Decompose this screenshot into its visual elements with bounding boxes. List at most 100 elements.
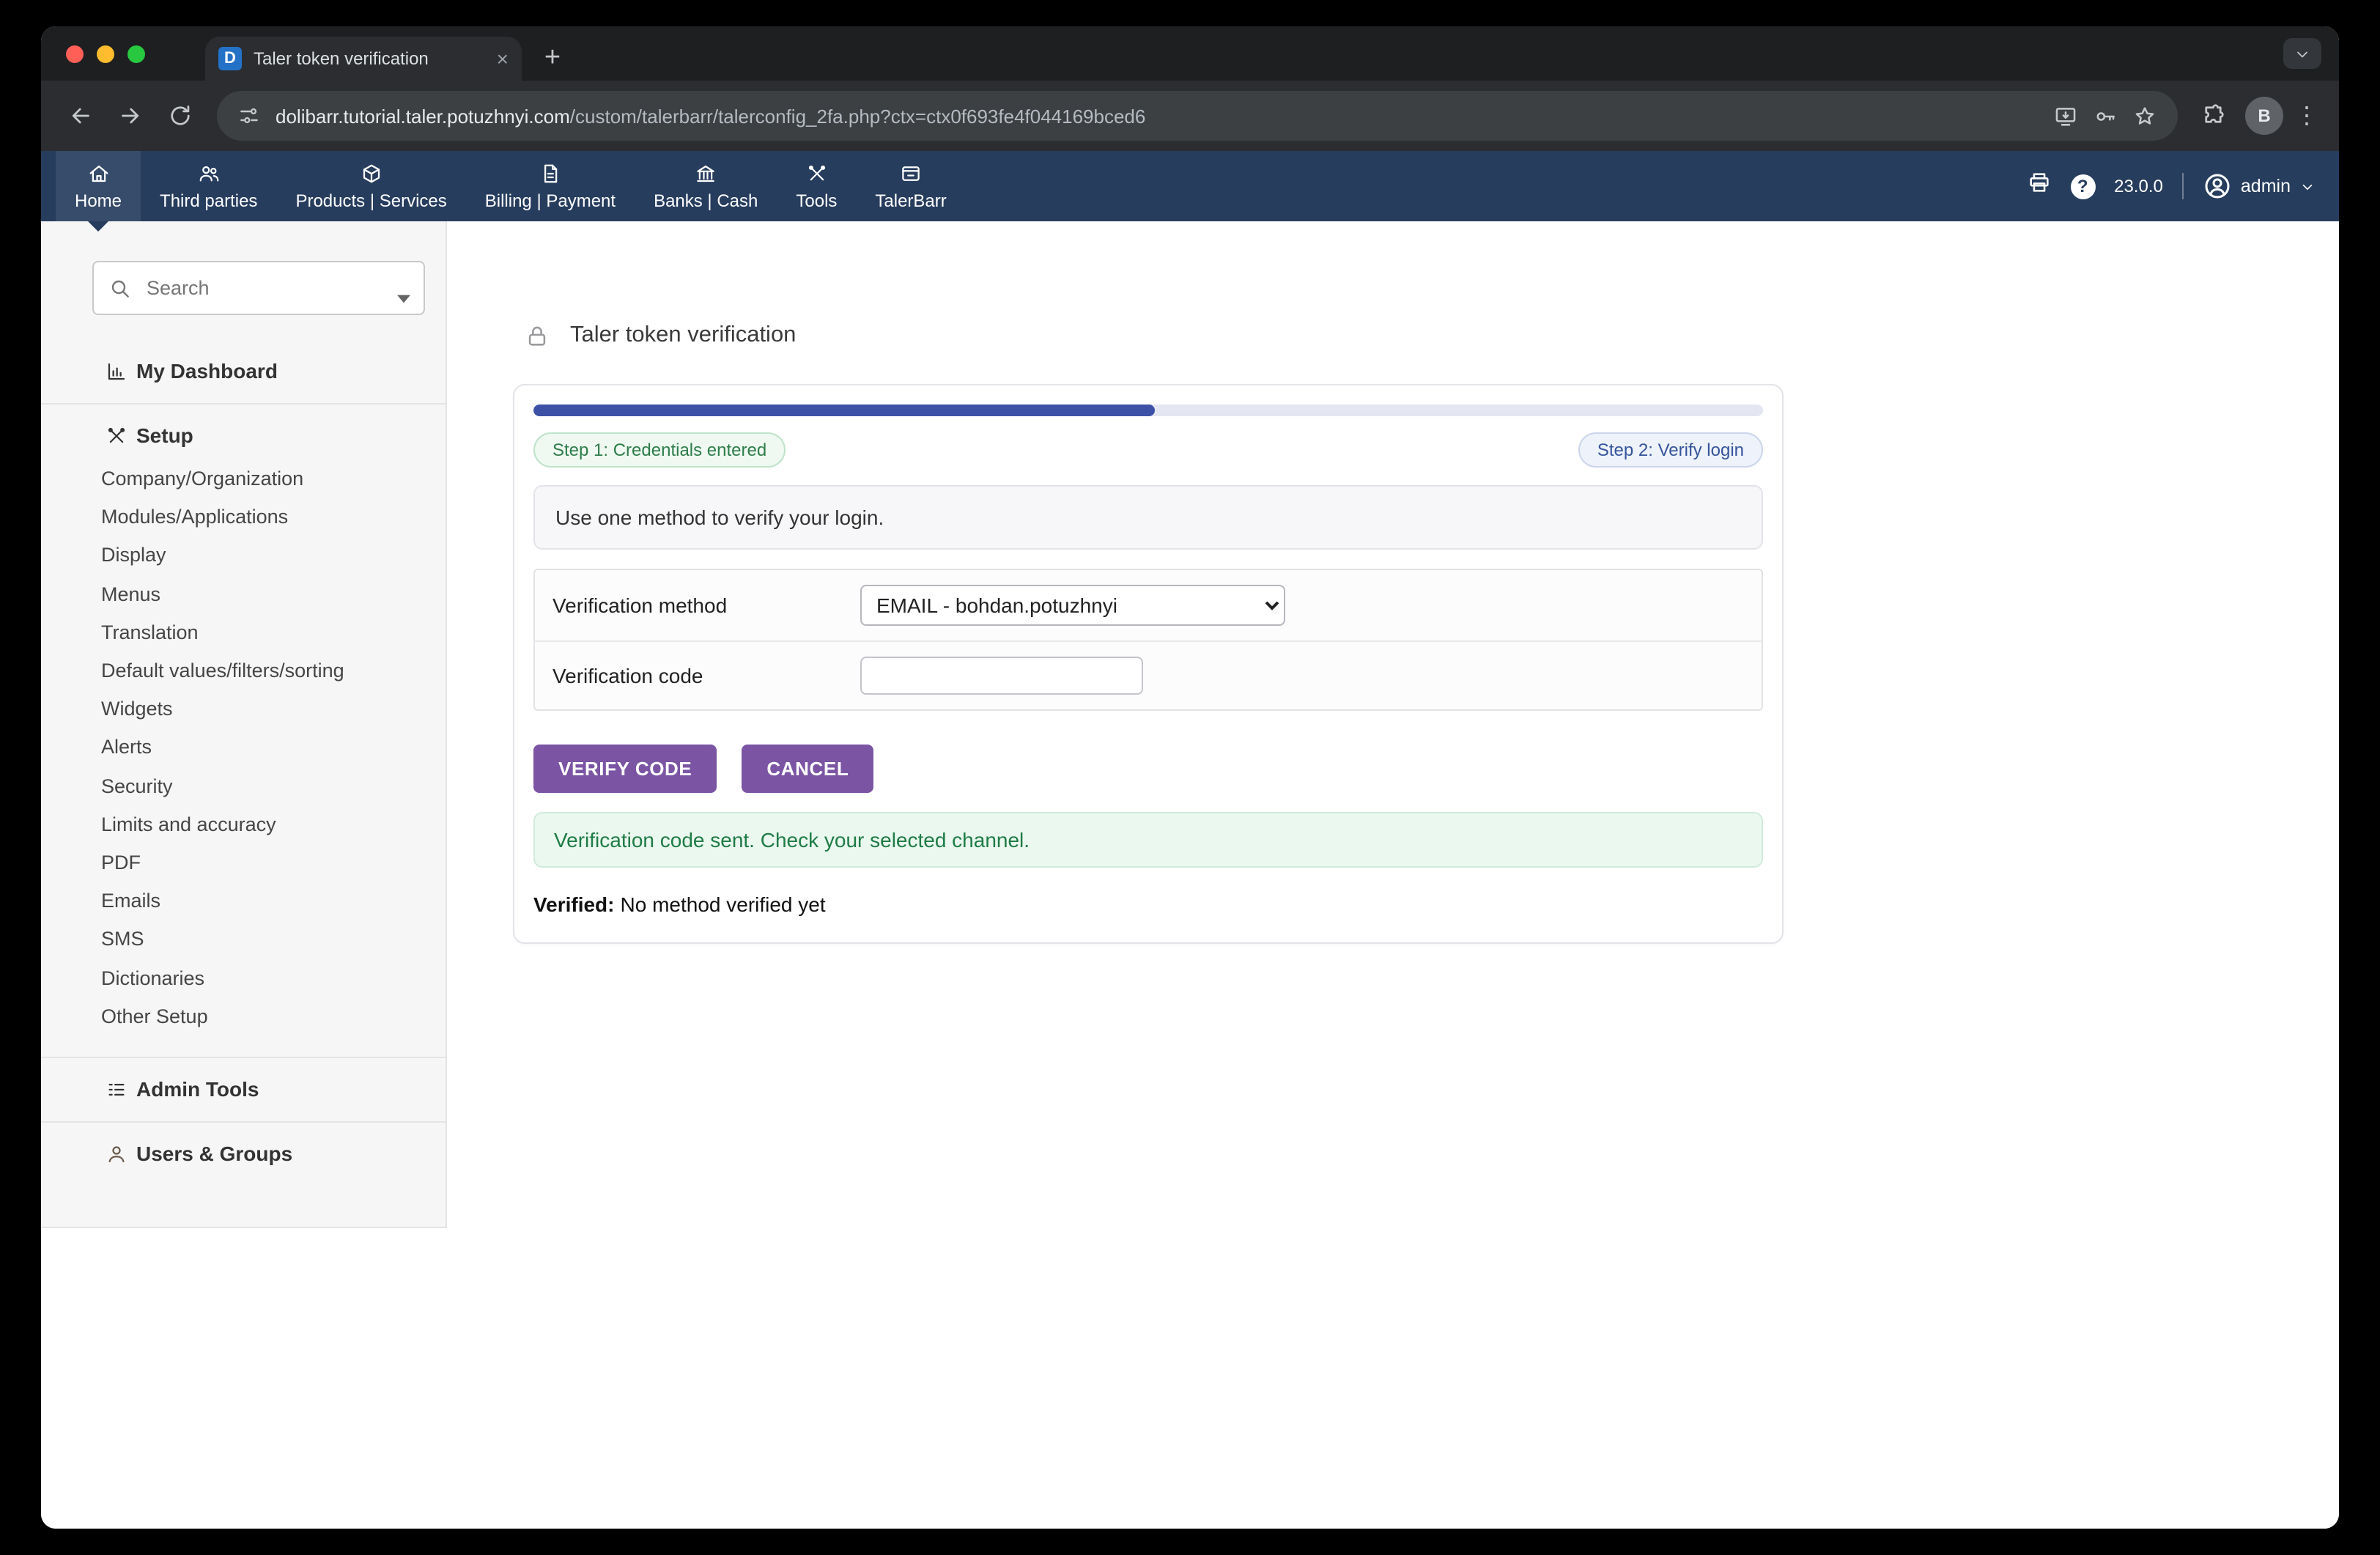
home-icon [87, 162, 109, 184]
tab-close-icon[interactable]: × [497, 48, 509, 69]
topnav-home[interactable]: Home [56, 151, 141, 221]
tab-strip: D Taler token verification × + [41, 26, 2339, 81]
close-window-button[interactable] [66, 45, 84, 63]
version-label: 23.0.0 [2114, 176, 2163, 196]
code-label: Verification code [552, 664, 860, 687]
sidebar-link-modules-applications[interactable]: Modules/Applications [41, 498, 446, 536]
admin-list-icon [106, 1078, 128, 1100]
topnav-talerbarr[interactable]: TalerBarr [856, 151, 965, 221]
url-host: dolibarr.tutorial.taler.potuzhnyi.com [276, 105, 570, 127]
tab-cast-icon[interactable] [2053, 103, 2078, 128]
sidebar-link-default-values[interactable]: Default values/filters/sorting [41, 652, 446, 690]
extensions-puzzle-icon[interactable] [2189, 91, 2239, 141]
setup-links: Company/Organization Modules/Application… [41, 460, 446, 1036]
topnav-right: ? 23.0.0 admin [2026, 151, 2339, 221]
window-controls [66, 45, 145, 63]
verification-form: Verification method EMAIL - bohdan.potuz… [533, 569, 1763, 711]
sidebar-item-setup[interactable]: Setup [41, 424, 446, 447]
sidebar-item-my-dashboard[interactable]: My Dashboard [41, 359, 446, 383]
sidebar-link-limits-accuracy[interactable]: Limits and accuracy [41, 806, 446, 844]
topnav-banks-cash[interactable]: Banks | Cash [635, 151, 777, 221]
dolibarr-top-menu: Home Third parties Products | Services B… [41, 151, 2339, 221]
verification-card: Step 1: Credentials entered Step 2: Veri… [513, 384, 1784, 944]
browser-menu-icon[interactable]: ⋮ [2289, 101, 2324, 130]
topnav-tools[interactable]: Tools [777, 151, 856, 221]
verified-status: Verified: No method verified yet [533, 893, 1763, 916]
new-tab-button[interactable]: + [533, 40, 572, 78]
user-menu[interactable]: admin [2203, 171, 2316, 201]
table-row-method: Verification method EMAIL - bohdan.potuz… [535, 570, 1762, 640]
sidebar-link-security[interactable]: Security [41, 767, 446, 805]
browser-window: D Taler token verification × + [41, 26, 2339, 1529]
minimize-window-button[interactable] [97, 45, 114, 63]
verified-label: Verified: [533, 893, 615, 916]
stage: D Taler token verification × + [0, 0, 2380, 1555]
sidebar-section-setup: Setup Company/Organization Modules/Appli… [41, 403, 446, 1057]
sidebar-link-alerts[interactable]: Alerts [41, 729, 446, 767]
forward-icon[interactable] [106, 91, 155, 141]
cube-icon [361, 162, 382, 184]
sidebar-section-dashboard: My Dashboard [41, 315, 446, 403]
page-title: Taler token verification [570, 322, 796, 349]
bank-icon [695, 162, 717, 184]
sidebar-link-emails[interactable]: Emails [41, 882, 446, 920]
maximize-window-button[interactable] [128, 45, 145, 63]
sidebar-link-sms[interactable]: SMS [41, 921, 446, 959]
reload-icon[interactable] [155, 91, 205, 141]
sidebar-section-admin-tools: Admin Tools [41, 1057, 446, 1121]
sidebar-item-admin-tools[interactable]: Admin Tools [41, 1077, 446, 1101]
browser-toolbar: dolibarr.tutorial.taler.potuzhnyi.com/cu… [41, 81, 2339, 151]
help-icon[interactable]: ? [2070, 174, 2095, 199]
topnav-third-parties[interactable]: Third parties [141, 151, 276, 221]
info-message: Use one method to verify your login. [533, 485, 1763, 550]
profile-avatar[interactable]: B [2245, 97, 2283, 135]
tab-favicon-icon: D [218, 47, 242, 70]
search-icon [108, 277, 132, 300]
method-select[interactable]: EMAIL - bohdan.potuzhnyi [860, 585, 1285, 626]
setup-tools-icon [106, 424, 128, 446]
verified-value: No method verified yet [621, 893, 826, 916]
sidebar-link-translation[interactable]: Translation [41, 614, 446, 652]
verification-code-input[interactable] [860, 657, 1143, 695]
nav-divider [2182, 173, 2184, 199]
sidebar-link-pdf[interactable]: PDF [41, 844, 446, 882]
sidebar-link-other-setup[interactable]: Other Setup [41, 998, 446, 1036]
sidebar-link-widgets[interactable]: Widgets [41, 690, 446, 728]
steps-row: Step 1: Credentials entered Step 2: Veri… [533, 432, 1763, 468]
button-row: VERIFY CODE CANCEL [533, 745, 1763, 793]
site-info-icon[interactable] [237, 104, 261, 128]
sidebar: My Dashboard Setup Company/Organization … [41, 221, 447, 1228]
verify-code-button[interactable]: VERIFY CODE [533, 745, 717, 793]
topnav-products-services[interactable]: Products | Services [276, 151, 465, 221]
sidebar-link-display[interactable]: Display [41, 537, 446, 575]
print-icon[interactable] [2026, 170, 2051, 202]
sidebar-link-dictionaries[interactable]: Dictionaries [41, 959, 446, 997]
browser-tab[interactable]: D Taler token verification × [205, 37, 522, 81]
progress-bar [533, 405, 1763, 416]
method-label: Verification method [552, 594, 860, 617]
cancel-button[interactable]: CANCEL [742, 745, 873, 793]
sidebar-item-users-groups[interactable]: Users & Groups [41, 1142, 446, 1165]
search-dropdown-caret-icon[interactable] [397, 286, 410, 308]
search-input[interactable] [144, 276, 385, 300]
table-row-code: Verification code [535, 640, 1762, 709]
user-icon [106, 1142, 128, 1164]
bookmark-star-icon[interactable] [2132, 103, 2157, 128]
tab-search-chevron-icon[interactable] [2283, 38, 2321, 69]
password-key-icon[interactable] [2093, 103, 2118, 128]
address-bar[interactable]: dolibarr.tutorial.taler.potuzhnyi.com/cu… [217, 91, 2178, 141]
back-icon[interactable] [56, 91, 106, 141]
main-area: Taler token verification Step 1: Credent… [447, 221, 2339, 944]
invoice-icon [539, 162, 561, 184]
user-avatar-icon [2203, 171, 2232, 201]
talerbarr-icon [900, 162, 922, 184]
step2-badge: Step 2: Verify login [1578, 432, 1763, 468]
sidebar-link-menus[interactable]: Menus [41, 575, 446, 613]
sidebar-link-company-organization[interactable]: Company/Organization [41, 460, 446, 498]
sidebar-search[interactable] [92, 261, 425, 315]
topnav-billing-payment[interactable]: Billing | Payment [466, 151, 635, 221]
user-name: admin [2241, 176, 2291, 196]
sidebar-section-users-groups: Users & Groups [41, 1121, 446, 1186]
tab-title: Taler token verification [254, 48, 485, 69]
url-text: dolibarr.tutorial.taler.potuzhnyi.com/cu… [276, 105, 2039, 127]
